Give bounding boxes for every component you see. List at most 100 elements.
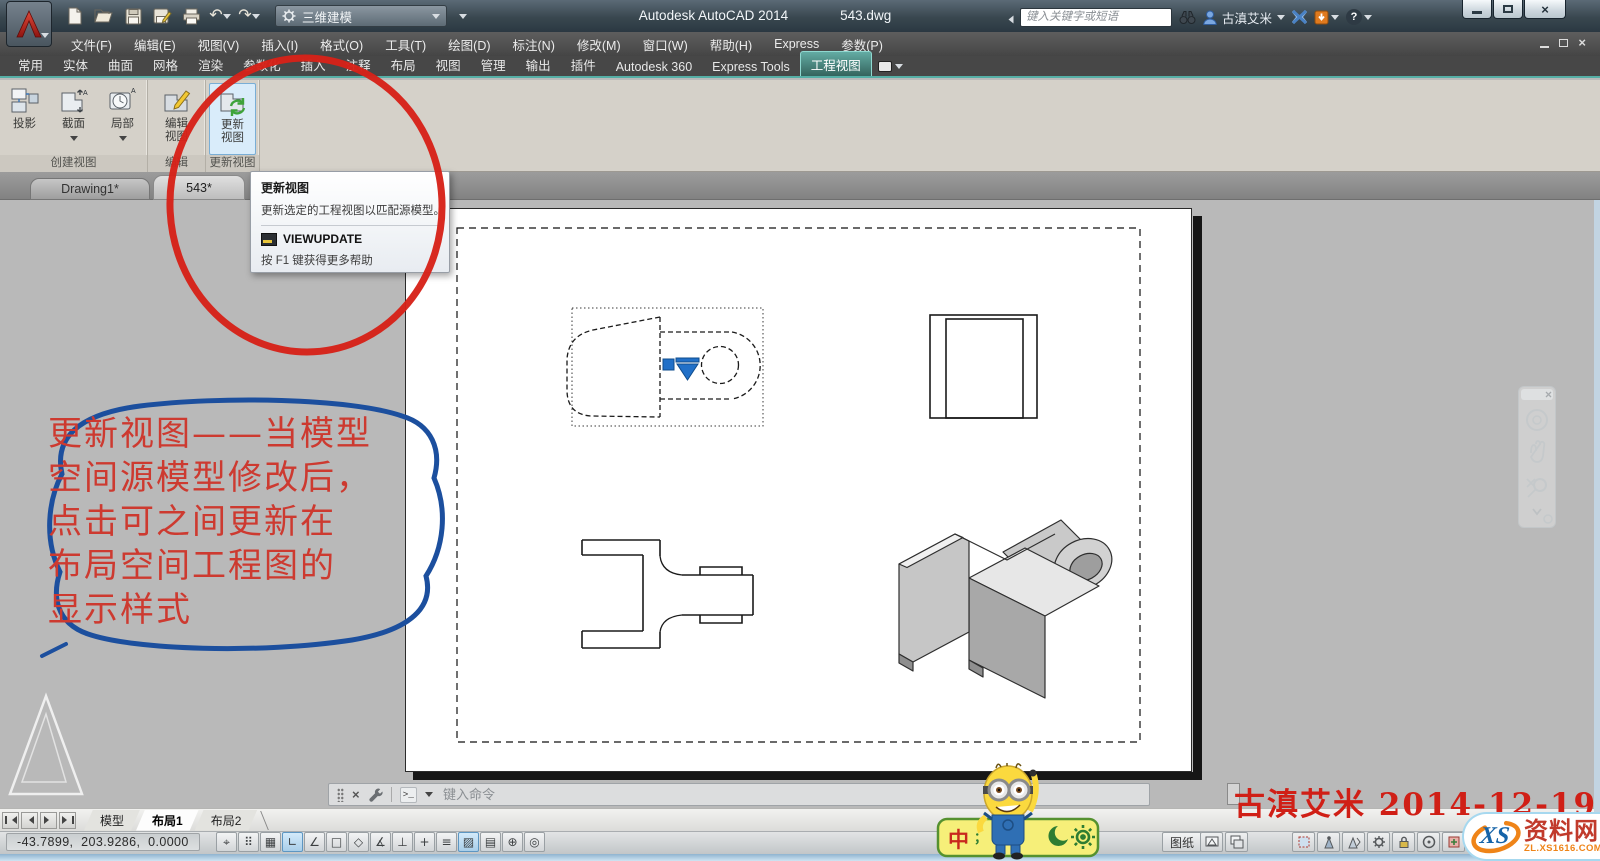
menu-window[interactable]: 窗口(W) [632,31,699,58]
doc-minimize-icon[interactable] [1540,46,1549,48]
file-tab-543[interactable]: 543* [153,175,245,200]
tab-solid[interactable]: 实体 [53,52,98,76]
selection-cycling-toggle[interactable]: ⊕ [502,832,523,852]
polar-tracking-toggle[interactable]: ∠ [304,832,325,852]
tab-model[interactable]: 模型 [84,810,140,831]
save-button[interactable] [120,4,146,28]
dynamic-ucs-toggle[interactable]: ⊥ [392,832,413,852]
logo-site-name: 资料网 [1524,819,1600,844]
doc-close-icon[interactable]: × [1578,36,1586,49]
infocenter-collapse-icon[interactable] [1005,15,1014,23]
recent-commands-caret-icon[interactable] [425,792,433,801]
side-view[interactable] [930,315,1037,418]
menu-help[interactable]: 帮助(H) [699,31,763,58]
infocenter-search-input[interactable] [1020,8,1172,27]
command-prompt-icon[interactable]: >_ [400,787,417,803]
projection-view-button[interactable]: 投影 [1,83,48,155]
close-button[interactable]: × [1524,0,1566,19]
object-snap-toggle[interactable]: □ [326,832,347,852]
tab-autodesk360[interactable]: Autodesk 360 [606,57,702,76]
tab-engineering-views[interactable]: 工程视图 [800,51,872,76]
3d-object-snap-toggle[interactable]: ◇ [348,832,369,852]
open-button[interactable] [91,4,117,28]
tab-mesh[interactable]: 网格 [143,52,188,76]
object-snap-tracking-toggle[interactable]: ∡ [370,832,391,852]
ime-punctuation-indicator[interactable]: ； [974,827,987,846]
last-layout-button[interactable] [59,812,76,829]
update-view-button[interactable]: 更新视图 [209,83,256,155]
redo-button[interactable]: ↷ [236,4,262,28]
viewupdate-command-icon [261,233,277,246]
workspace-switching-button[interactable] [1367,832,1390,852]
square-grip[interactable] [663,359,674,370]
customize-wrench-icon[interactable] [368,787,383,802]
doc-restore-icon[interactable] [1559,39,1568,47]
section-caret-icon [70,136,78,145]
qat-customize-button[interactable] [450,4,476,28]
command-bar-grip[interactable] [337,788,344,802]
tab-home[interactable]: 常用 [8,52,53,76]
application-menu-button[interactable] [6,1,52,47]
edit-view-button[interactable]: 编辑视图 [153,83,200,155]
tab-parametric[interactable]: 参数化 [233,52,291,76]
dynamic-input-toggle[interactable]: + [414,832,435,852]
grid-display-toggle[interactable]: ▦ [260,832,281,852]
undo-button[interactable]: ↶ [207,4,233,28]
workspace-switcher[interactable]: 三维建模 [275,5,447,27]
coordinate-display[interactable]: -43.7899, 203.9286, 0.0000 [6,833,200,851]
exchange-apps-icon[interactable] [1292,10,1307,24]
next-layout-button[interactable] [40,812,57,829]
section-view-button[interactable]: A 截面 [50,83,97,155]
infer-constraints-toggle[interactable]: ⌖ [216,832,237,852]
tab-layout[interactable]: 布局 [381,52,426,76]
save-as-button[interactable] [149,4,175,28]
quick-view-drawings-button[interactable] [1225,832,1248,852]
command-close-icon[interactable]: × [352,788,360,801]
quick-properties-toggle[interactable]: ▤ [480,832,501,852]
transparency-toggle[interactable]: ▨ [458,832,479,852]
triangle-grip-cap[interactable] [676,358,699,362]
detail-view-button[interactable]: A 局部 [99,83,146,155]
triangle-grip[interactable] [677,364,698,380]
navigation-bar[interactable] [1518,386,1556,528]
tab-plugins[interactable]: 插件 [561,52,606,76]
help-button[interactable]: ? [1346,9,1372,25]
paper-model-button[interactable]: 图纸 [1162,832,1202,852]
tab-manage[interactable]: 管理 [471,52,516,76]
search-binoculars-icon[interactable] [1179,10,1196,25]
snap-mode-toggle[interactable]: ⠿ [238,832,259,852]
drawing-canvas[interactable]: 更新视图——当模型 空间源模型修改后， 点击可之间更新在 布局空间工程图的 显示… [0,200,1600,831]
minimize-button[interactable] [1462,0,1492,19]
toolbar-lock-button[interactable] [1392,832,1415,852]
ribbon-minimize-button[interactable] [878,60,903,76]
annotation-autoscale-button[interactable] [1342,832,1365,852]
tab-view[interactable]: 视图 [426,52,471,76]
tab-express-tools[interactable]: Express Tools [702,57,800,76]
file-tab-drawing1[interactable]: Drawing1* [30,178,150,200]
lineweight-toggle[interactable]: ≡ [436,832,457,852]
isometric-view[interactable] [899,520,1121,698]
ime-language-indicator[interactable]: 中 [948,824,969,854]
ortho-mode-toggle[interactable]: ∟ [282,832,303,852]
tab-insert[interactable]: 插入 [291,52,336,76]
annotation-visibility-button[interactable] [1317,832,1340,852]
previous-layout-button[interactable] [21,812,38,829]
annotation-monitor-toggle[interactable]: ◎ [524,832,545,852]
maximize-button[interactable] [1493,0,1523,19]
tab-layout1[interactable]: 布局1 [136,810,199,831]
tab-output[interactable]: 输出 [516,52,561,76]
front-view[interactable] [582,540,753,648]
first-layout-button[interactable] [2,812,19,829]
sign-in-button[interactable]: 古滇艾米 [1203,8,1285,27]
tab-surface[interactable]: 曲面 [98,52,143,76]
annotation-scale-button[interactable] [1292,832,1315,852]
tab-render[interactable]: 渲染 [188,52,233,76]
undo-icon: ↶ [209,8,222,24]
updates-button[interactable] [1314,10,1339,25]
plot-button[interactable] [178,4,204,28]
view-grips[interactable] [663,358,699,380]
new-button[interactable] [62,4,88,28]
tab-annotate[interactable]: 注释 [336,52,381,76]
performance-tuner-button[interactable] [1417,832,1440,852]
quick-view-layouts-button[interactable] [1200,832,1223,852]
